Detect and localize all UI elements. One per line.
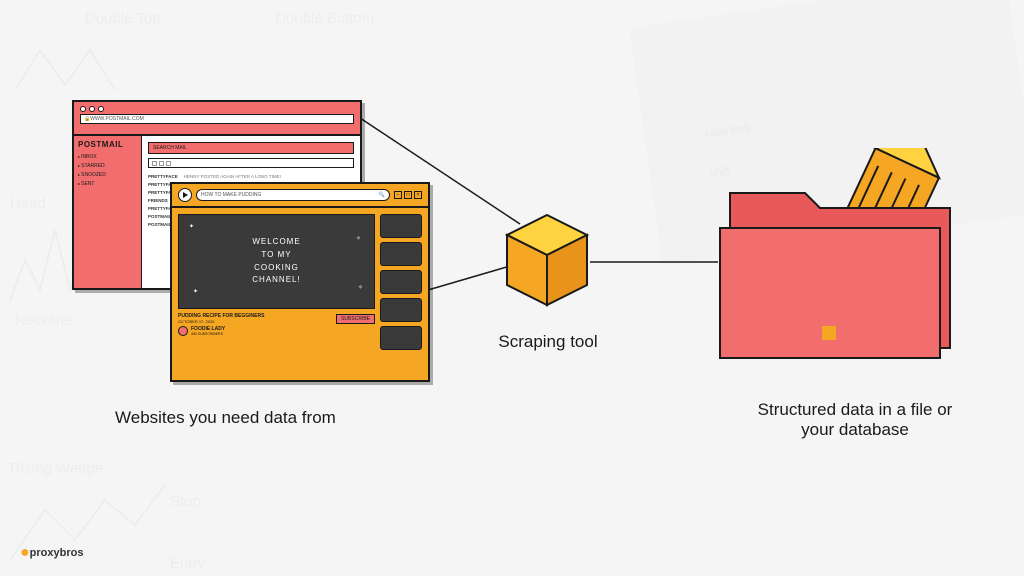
window-controls — [80, 106, 354, 112]
window-dot — [80, 106, 86, 112]
window-dot — [89, 106, 95, 112]
video-thumb — [380, 298, 422, 322]
video-thumb — [380, 270, 422, 294]
brand-text: proxybros — [30, 547, 84, 559]
search-icon: 🔍 — [379, 192, 385, 198]
bg-chart-zigzag — [10, 30, 190, 110]
bg-label: Rising Wedge — [10, 460, 103, 477]
caption-websites: Websites you need data from — [115, 408, 336, 428]
nav-item: INBOX — [78, 153, 137, 162]
avatar-icon — [178, 326, 188, 336]
brand-dot-icon: ● — [20, 544, 30, 561]
email-sidebar: POSTMAIL INBOX STARRED SNOOZED SENT — [74, 136, 142, 288]
hero-text: WELCOMETO MYCOOKINGCHANNEL! — [237, 236, 317, 287]
url-text: WWW.POSTMAIL.COM — [90, 116, 144, 122]
window-dot — [98, 106, 104, 112]
video-browser-window: HOW TO MAKE PUDDING 🔍 − □ × ✦ ✧ ✦ ✧ WELC… — [170, 182, 430, 382]
author-subs: 450 SUBSCRIBERS — [191, 332, 225, 336]
email-nav: INBOX STARRED SNOOZED SENT — [78, 153, 137, 189]
video-header: HOW TO MAKE PUDDING 🔍 − □ × — [172, 184, 428, 208]
video-meta: PUDDING RECIPE FOR BEGGINERS OCTOBER 17,… — [178, 313, 375, 336]
author-row: FOODIE LADY 450 SUBSCRIBERS — [178, 326, 375, 336]
search-text: HOW TO MAKE PUDDING — [201, 192, 261, 198]
bg-label: Head — [10, 195, 46, 212]
subscribe-button: SUBSCRIBE — [336, 314, 375, 324]
email-item: PRETTYFACEHENNY POSTED AGAIN AFTER A LON… — [148, 174, 354, 179]
maximize-icon: □ — [404, 191, 412, 199]
close-icon: × — [414, 191, 422, 199]
url-bar: 🔒 WWW.POSTMAIL.COM — [80, 114, 354, 124]
caption-tool: Scraping tool — [498, 332, 598, 352]
email-search: SEARCH MAIL — [148, 142, 354, 154]
caption-output: Structured data in a file or your databa… — [740, 400, 970, 440]
play-logo-icon — [178, 188, 192, 202]
nav-item: SNOOZED — [78, 171, 137, 180]
video-thumb — [380, 326, 422, 350]
cube-icon — [502, 210, 592, 310]
minimize-icon: − — [394, 191, 402, 199]
nav-item: STARRED — [78, 162, 137, 171]
email-toolbar — [148, 158, 354, 168]
bg-label: Double Top — [85, 10, 161, 27]
video-date: OCTOBER 17, 2020 — [178, 319, 264, 324]
bg-label: Double Bottom — [275, 10, 374, 27]
brand-logo: ●proxybros — [20, 544, 83, 562]
video-main: ✦ ✧ ✦ ✧ WELCOMETO MYCOOKINGCHANNEL! PUDD… — [178, 214, 375, 374]
video-thumb — [380, 242, 422, 266]
email-brand: POSTMAIL — [78, 140, 137, 149]
browser-header: 🔒 WWW.POSTMAIL.COM — [74, 102, 360, 136]
folder-icon — [710, 148, 970, 368]
nav-item: SENT — [78, 180, 137, 189]
video-search: HOW TO MAKE PUDDING 🔍 — [196, 189, 390, 201]
video-sidebar — [380, 214, 422, 374]
video-hero: ✦ ✧ ✦ ✧ WELCOMETO MYCOOKINGCHANNEL! — [178, 214, 375, 309]
video-thumb — [380, 214, 422, 238]
window-icons: − □ × — [394, 191, 422, 199]
